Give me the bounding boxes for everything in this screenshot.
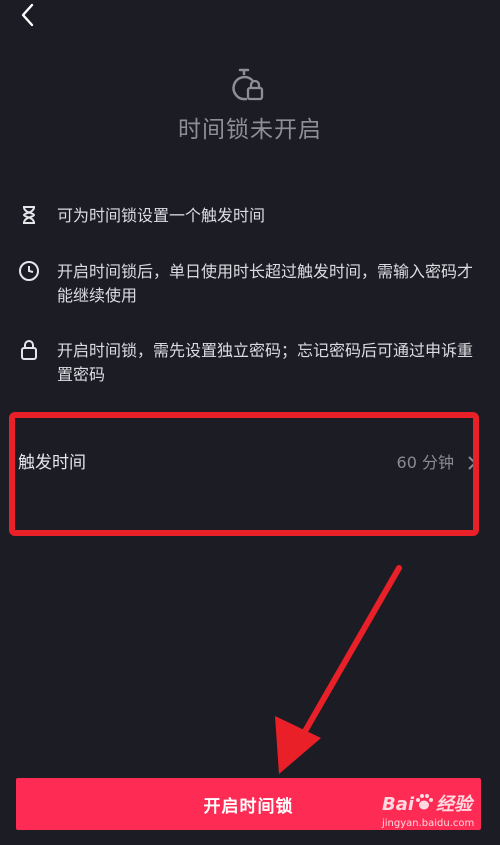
page-title: 时间锁未开启 <box>178 117 322 143</box>
trigger-time-value: 60 分钟 <box>396 453 454 472</box>
chevron-left-icon <box>21 3 34 27</box>
rule-item-trigger-time: 可为时间锁设置一个触发时间 <box>18 204 488 230</box>
rule-item-password: 开启时间锁，需先设置独立密码；忘记密码后可通过申诉重置密码 <box>18 339 488 389</box>
clock-icon <box>19 261 39 281</box>
rule-text: 开启时间锁，需先设置独立密码；忘记密码后可通过申诉重置密码 <box>57 341 474 384</box>
back-button[interactable] <box>10 0 46 36</box>
trigger-time-label: 触发时间 <box>18 453 86 473</box>
watermark-url: jingyan.baidu.com <box>382 818 475 829</box>
paw-icon <box>416 794 433 810</box>
rule-text: 开启时间锁后，单日使用时长超过触发时间，需输入密码才能继续使用 <box>57 262 474 305</box>
enable-time-lock-label: 开启时间锁 <box>203 796 294 817</box>
chevron-right-icon <box>468 456 477 470</box>
trigger-time-row[interactable]: 触发时间 60 分钟 <box>18 440 500 484</box>
hourglass-icon <box>22 206 36 224</box>
lock-icon <box>21 340 37 360</box>
rule-text: 可为时间锁设置一个触发时间 <box>57 206 266 225</box>
baidu-jingyan-watermark: Bai 经验 jingyan.baidu.com <box>382 790 494 834</box>
timer-lock-icon <box>232 68 264 101</box>
rule-item-usage-limit: 开启时间锁后，单日使用时长超过触发时间，需输入密码才能继续使用 <box>18 260 488 310</box>
